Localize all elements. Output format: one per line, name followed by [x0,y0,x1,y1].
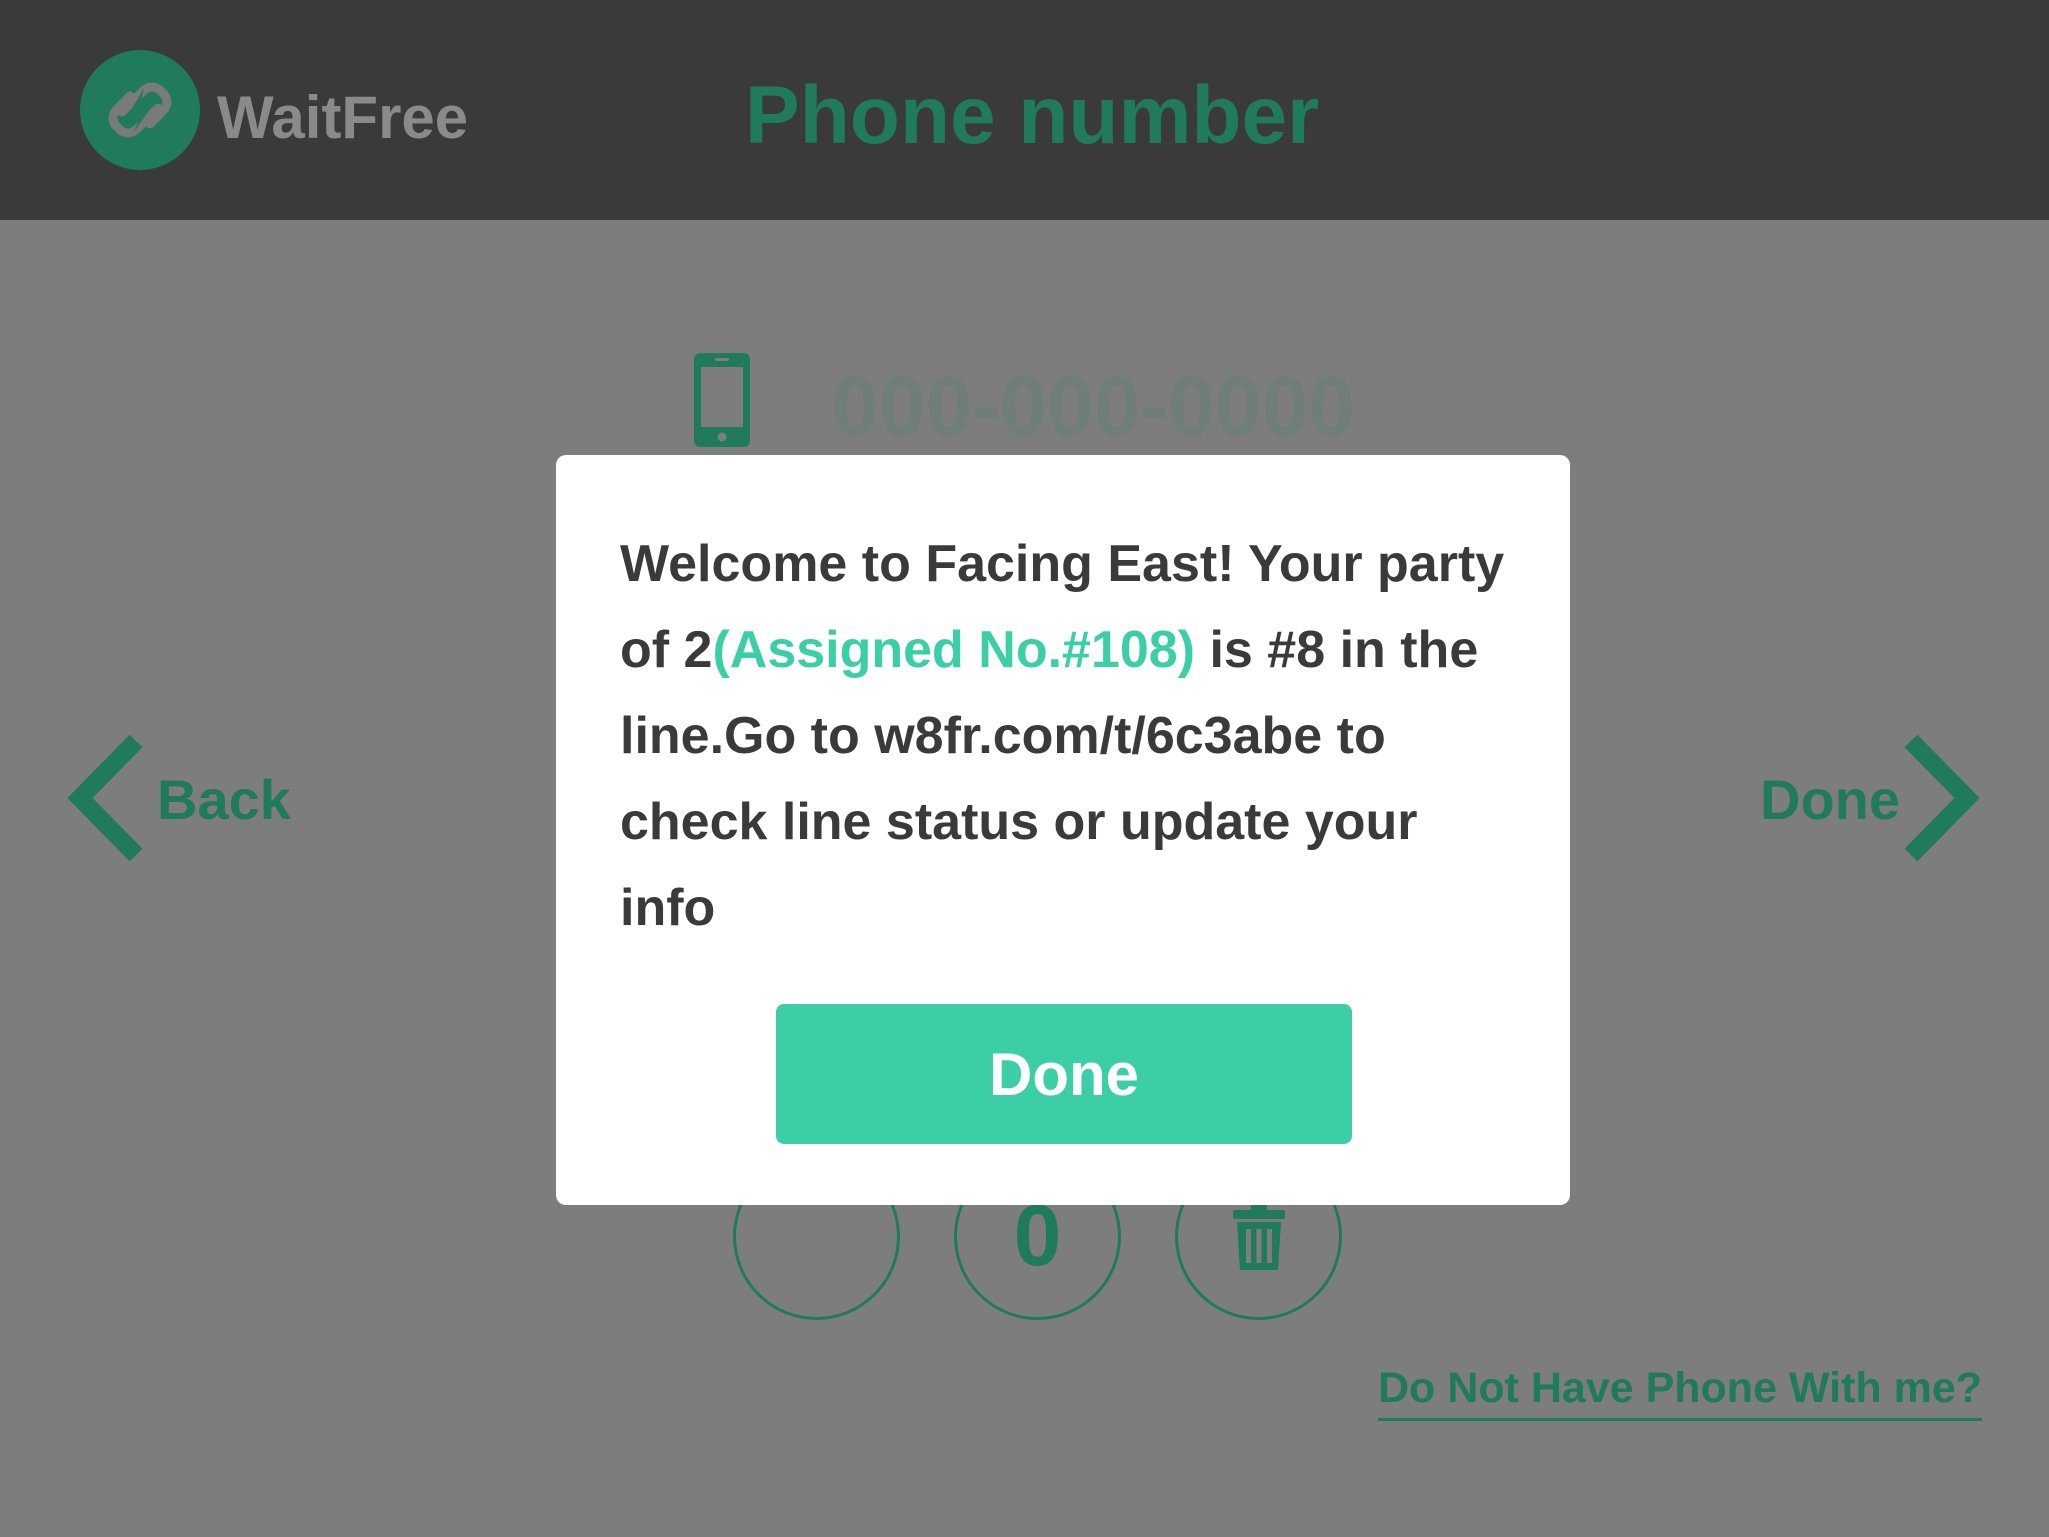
assigned-number: (Assigned No.#108) [712,621,1196,679]
waitfree-logo-icon [80,50,200,170]
done-nav-button[interactable]: Done [1755,735,1985,865]
confirmation-message: Welcome to Facing East! Your party of 2(… [620,521,1520,951]
page-title: Phone number [745,70,1320,161]
chevron-left-icon [67,735,143,861]
no-phone-link[interactable]: Do Not Have Phone With me? [1378,1360,1983,1421]
done-button[interactable]: Done [776,1004,1352,1144]
confirmation-dialog: Welcome to Facing East! Your party of 2(… [556,455,1570,1205]
back-label: Back [157,768,291,831]
back-button[interactable]: Back [66,735,306,865]
mobile-phone-icon [690,350,754,450]
done-nav-label: Done [1760,768,1900,831]
header-bar: WaitFree Phone number [0,0,2049,220]
brand-name: WaitFree [217,84,469,151]
chevron-right-icon [1904,735,1980,861]
phone-number-display[interactable]: 000-000-0000 [832,358,1355,454]
trash-icon [1232,1203,1285,1270]
